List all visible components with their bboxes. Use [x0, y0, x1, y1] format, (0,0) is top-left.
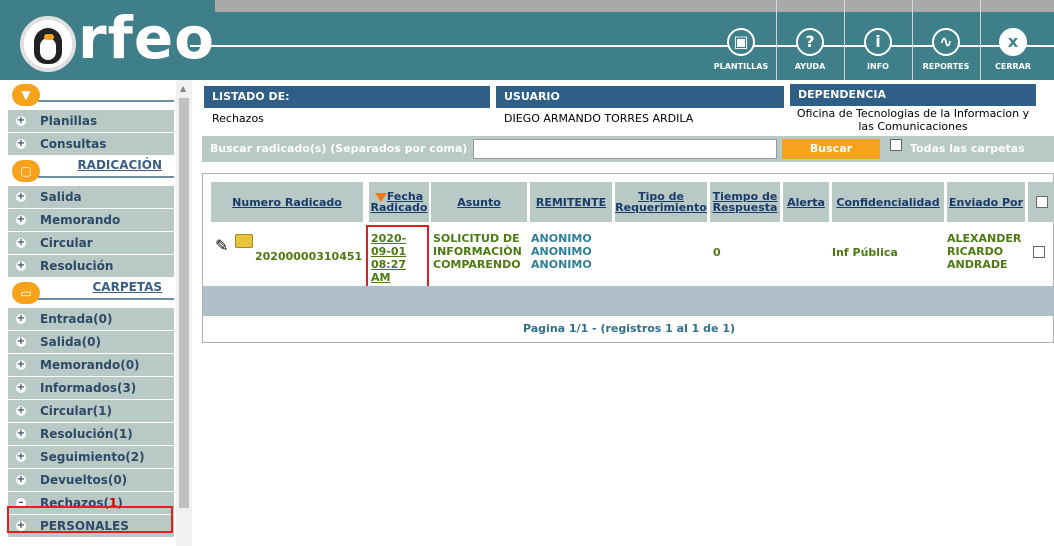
reports-button[interactable]: ∿ REPORTES: [913, 28, 979, 76]
dependencia-header: DEPENDENCIA: [790, 84, 1036, 106]
col-tipo-requerimiento[interactable]: Tipo de Requerimiento: [615, 182, 707, 222]
sidebar-item-circular[interactable]: Circular: [8, 232, 174, 255]
cell-asunto: SOLICITUD DE INFORMACIÒN COMPARENDO: [433, 232, 522, 271]
plus-icon: [16, 261, 26, 271]
section-radicacion: ▢ RADICACIÓN: [0, 156, 176, 186]
section-title-carpetas: CARPETAS: [92, 280, 162, 294]
col-remitente[interactable]: REMITENTE: [530, 182, 612, 222]
listado-header: LISTADO DE:: [204, 86, 490, 108]
info-icon: i: [864, 28, 892, 56]
col-fecha-radicado[interactable]: Fecha Radicado: [369, 182, 429, 222]
plus-icon: [16, 452, 26, 462]
help-label: AYUDA: [794, 62, 826, 71]
folder-icon: ▭: [12, 282, 40, 304]
help-icon: ?: [796, 28, 824, 56]
sidebar-item-resolucion[interactable]: Resolución: [8, 255, 174, 278]
pagination-info: Pagina 1/1 - (registros 1 al 1 de 1): [522, 322, 736, 335]
search-input[interactable]: [473, 139, 777, 159]
folder-item-informados[interactable]: Informados(3): [8, 377, 174, 400]
logout-label: CERRAR: [994, 62, 1031, 71]
folder-item-salida[interactable]: Salida(0): [8, 331, 174, 354]
usuario-value: DIEGO ARMANDO TORRES ARDILA: [504, 112, 694, 125]
plus-icon: [16, 139, 26, 149]
col-asunto[interactable]: Asunto: [431, 182, 527, 222]
row-select-checkbox[interactable]: [1033, 246, 1045, 258]
search-label: Buscar radicado(s) (Separados por coma): [210, 142, 468, 155]
folder-item-entrada[interactable]: Entrada(0): [8, 308, 174, 331]
plus-icon: [16, 314, 26, 324]
listado-value: Rechazos: [212, 112, 264, 125]
usuario-header: USUARIO: [496, 86, 784, 108]
reports-icon: ∿: [932, 28, 960, 56]
cell-tiempo: 0: [713, 246, 721, 259]
info-label: INFO: [867, 62, 889, 71]
folder-item-resolucion[interactable]: Resolución(1): [8, 423, 174, 446]
search-bar: Buscar radicado(s) (Separados por coma) …: [202, 136, 1054, 162]
cell-numero-radicado[interactable]: 20200000310451: [255, 250, 362, 263]
orfeo-logo: rfeo: [14, 4, 214, 78]
plus-icon: [16, 475, 26, 485]
edit-pencil-icon[interactable]: ✎: [215, 236, 228, 255]
results-footer-bar: [203, 286, 1054, 316]
folder-item-seguimiento[interactable]: Seguimiento(2): [8, 446, 174, 469]
header-top-strip: [215, 0, 1054, 12]
section-carpetas: ▭ CARPETAS: [0, 278, 176, 308]
document-icon: ▢: [12, 160, 40, 182]
plus-icon: [16, 383, 26, 393]
results-table: Numero Radicado Fecha Radicado Asunto RE…: [202, 173, 1054, 343]
col-enviado-por[interactable]: Enviado Por: [947, 182, 1025, 222]
templates-button[interactable]: ▣ PLANTILLAS: [708, 28, 774, 76]
plus-icon: [16, 360, 26, 370]
cell-enviado-por: ALEXANDER RICARDO ANDRADE: [947, 232, 1022, 271]
all-folders-label: Todas las carpetas: [910, 142, 1025, 155]
select-all-checkbox[interactable]: [1035, 196, 1048, 208]
col-select-all: [1028, 182, 1054, 222]
search-button[interactable]: Buscar: [782, 139, 880, 159]
logout-button[interactable]: x CERRAR: [980, 28, 1046, 76]
plus-icon: [16, 238, 26, 248]
sidebar-item-memorando[interactable]: Memorando: [8, 209, 174, 232]
app-header: rfeo ▣ PLANTILLAS ? AYUDA i INFO ∿ REPOR…: [0, 0, 1054, 80]
dependencia-value: Oficina de Tecnologias de la Informacion…: [796, 107, 1030, 133]
plus-icon: [16, 406, 26, 416]
plus-icon: [16, 215, 26, 225]
col-numero-radicado[interactable]: Numero Radicado: [211, 182, 363, 222]
folder-item-devueltos[interactable]: Devueltos(0): [8, 469, 174, 492]
templates-icon: ▣: [727, 28, 755, 56]
folder-item-memorando[interactable]: Memorando(0): [8, 354, 174, 377]
sidebar-item-salida[interactable]: Salida: [8, 186, 174, 209]
fecha-highlight-box: [366, 225, 429, 289]
section-title-radicacion: RADICACIÓN: [77, 158, 162, 172]
templates-label: PLANTILLAS: [713, 62, 769, 71]
scrollbar-thumb[interactable]: [179, 98, 189, 508]
rechazos-highlight-box: [7, 506, 173, 533]
penguin-logo-icon: [20, 16, 76, 72]
col-tiempo-respuesta[interactable]: Tiempo de Respuesta: [710, 182, 780, 222]
plus-icon: [16, 192, 26, 202]
plus-icon: [16, 337, 26, 347]
reports-label: REPORTES: [922, 62, 970, 71]
folder-icon[interactable]: [235, 234, 253, 248]
main-content: LISTADO DE: USUARIO DEPENDENCIA Rechazos…: [202, 80, 1054, 546]
sidebar-scrollbar[interactable]: ▲: [176, 80, 192, 546]
sidebar-item-planillas[interactable]: Planillas: [8, 110, 174, 133]
info-button[interactable]: i INFO: [845, 28, 911, 76]
sidebar-menu-head[interactable]: ▼: [0, 80, 176, 110]
scroll-up-icon[interactable]: ▲: [180, 84, 186, 93]
plus-icon: [16, 116, 26, 126]
sidebar-item-consultas[interactable]: Consultas: [8, 133, 174, 156]
col-alerta[interactable]: Alerta: [783, 182, 829, 222]
cell-remitente: ANONIMO ANONIMO ANONIMO: [531, 232, 592, 271]
help-button[interactable]: ? AYUDA: [777, 28, 843, 76]
logo-wordmark: rfeo: [78, 4, 216, 72]
close-icon: x: [999, 28, 1027, 56]
chevron-down-icon[interactable]: ▼: [12, 84, 40, 106]
col-confidencialidad[interactable]: Confidencialidad: [832, 182, 944, 222]
sidebar: ▼ Planillas Consultas ▢ RADICACIÓN Salid…: [0, 80, 176, 546]
plus-icon: [16, 429, 26, 439]
cell-confidencialidad: Inf Pública: [832, 246, 898, 259]
folder-item-circular[interactable]: Circular(1): [8, 400, 174, 423]
all-folders-checkbox[interactable]: [890, 139, 902, 151]
